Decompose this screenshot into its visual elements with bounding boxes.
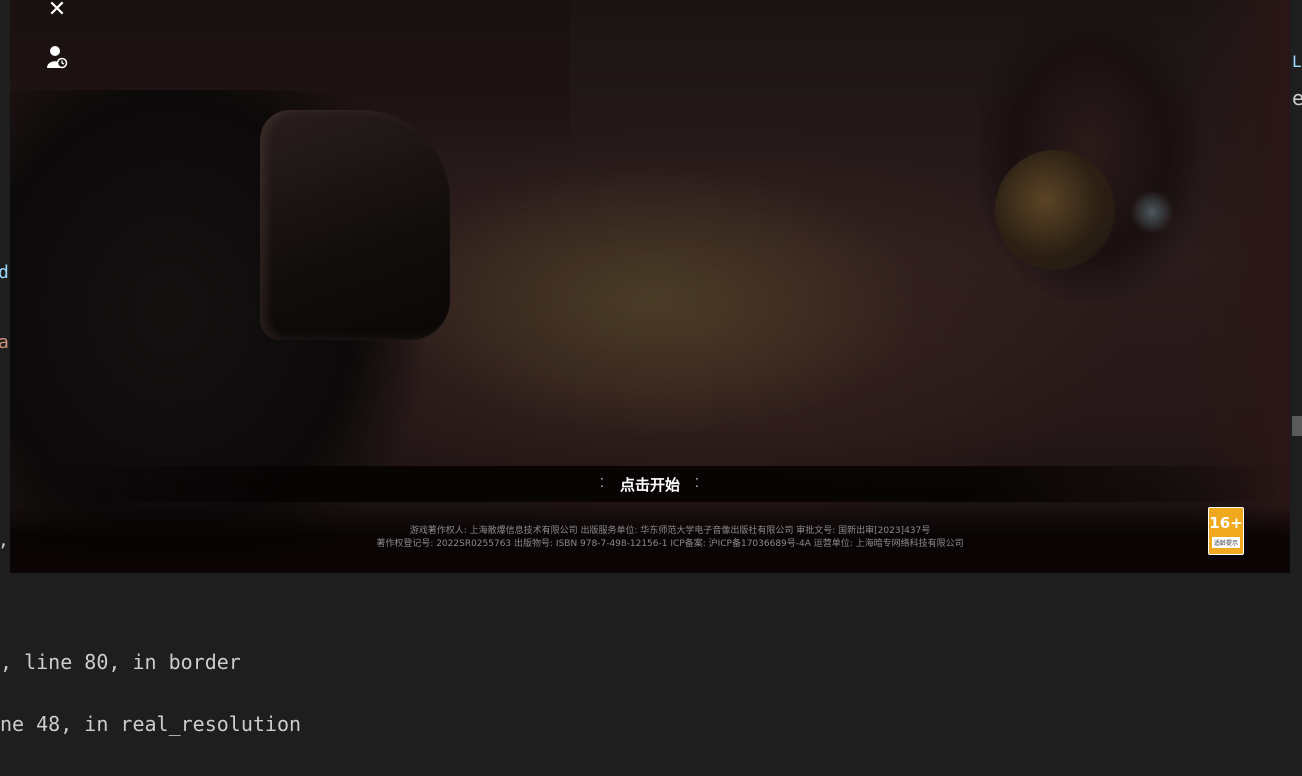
- traceback-line-resolution: ne 48, in real_resolution: [0, 712, 302, 736]
- scene-boot-toe: [995, 150, 1115, 270]
- age-rating-number: 16+: [1209, 513, 1243, 532]
- scene-character-cuff: [260, 110, 450, 340]
- code-fragment-left-2: a: [0, 332, 9, 353]
- code-fragment-right-2: e: [1292, 86, 1302, 110]
- game-window[interactable]: ✕ ⁚ 点击开始 ⁚ 游戏著作权人: 上海散爆信息技术有限公司 出版服务单位: …: [10, 0, 1290, 573]
- age-rating-label: 适龄提示: [1211, 536, 1240, 548]
- copyright-line-1: 游戏著作权人: 上海散爆信息技术有限公司 出版服务单位: 华东师范大学电子音像出…: [409, 526, 931, 536]
- editor-scrollbar-thumb[interactable]: [1292, 416, 1302, 436]
- code-fragment-left-3: ,: [0, 530, 9, 551]
- click-to-start-label[interactable]: 点击开始: [10, 474, 1290, 495]
- top-left-toolbar: ✕: [40, 0, 74, 72]
- copyright-line-2: 著作权登记号: 2022SR0255763 出版物号: ISBN 978-7-4…: [376, 539, 964, 549]
- close-tools-icon[interactable]: ✕: [40, 0, 74, 24]
- user-icon-glyph: [47, 46, 68, 69]
- user-icon[interactable]: [40, 42, 74, 72]
- traceback-line-border: , line 80, in border: [0, 650, 241, 674]
- scene-boot-shine: [1130, 190, 1174, 234]
- start-dot-right: ⁚: [695, 476, 699, 490]
- age-rating-badge: 16+ 适龄提示: [1208, 507, 1244, 555]
- code-fragment-right-1: L: [1292, 52, 1302, 71]
